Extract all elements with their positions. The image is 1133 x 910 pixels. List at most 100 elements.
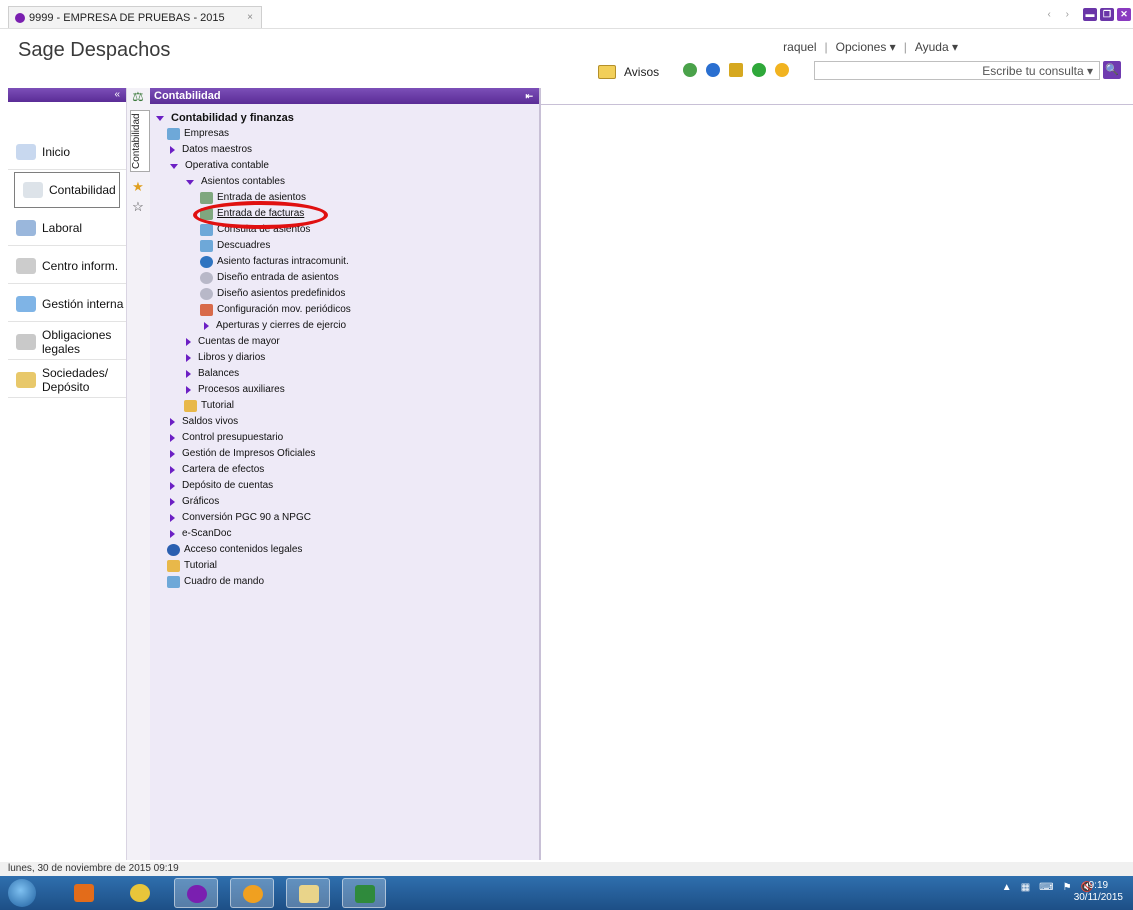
calendar-icon[interactable]	[706, 63, 720, 77]
nav-item-contabilidad[interactable]: Contabilidad	[14, 172, 120, 208]
tree-item[interactable]: Acceso contenidos legales	[167, 542, 302, 558]
nav-item-laboral[interactable]: Laboral	[8, 210, 126, 246]
tree-item[interactable]: Contabilidad y finanzas	[156, 110, 294, 126]
tree-item[interactable]: e-ScanDoc	[170, 526, 231, 542]
flag-icon[interactable]: ⚑	[1063, 882, 1072, 893]
tree-item[interactable]: Diseño asientos predefinidos	[200, 286, 345, 302]
tree-item-label: Saldos vivos	[182, 416, 239, 427]
network-icon[interactable]: ▦	[1021, 882, 1030, 893]
tree-item[interactable]: Tutorial	[184, 398, 234, 414]
collapsed-arrow-icon	[170, 498, 175, 506]
help-menu[interactable]: Ayuda ▾	[915, 40, 958, 54]
collapsed-arrow-icon	[204, 322, 209, 330]
nav-item-inicio[interactable]: Inicio	[8, 134, 126, 170]
tree-item[interactable]: Depósito de cuentas	[170, 478, 273, 494]
tree-item[interactable]: Saldos vivos	[170, 414, 238, 430]
nav-item-centro-inform[interactable]: Centro inform.	[8, 248, 126, 284]
user-name-link[interactable]: raquel	[783, 40, 816, 54]
design-magnifier-icon	[200, 272, 213, 284]
tree-item-label: Diseño asientos predefinidos	[217, 288, 346, 299]
tree-item[interactable]: Procesos auxiliares	[186, 382, 285, 398]
nav-item-obligaciones-legales[interactable]: Obligaciones legales	[8, 324, 126, 360]
show-hidden-icons-icon[interactable]: ▲	[1002, 882, 1012, 893]
tab-scroll-arrows-icon[interactable]: ‹ ›	[1048, 9, 1075, 20]
tree-item-label: Configuración mov. periódicos	[217, 304, 351, 315]
keyboard-icon[interactable]: ⌨	[1039, 882, 1053, 893]
tree-item[interactable]: Conversión PGC 90 a NPGC	[170, 510, 311, 526]
close-window-button[interactable]: ✕	[1117, 8, 1131, 21]
search-button[interactable]: 🔍	[1103, 61, 1121, 79]
tree-item[interactable]: Aperturas y cierres de ejercio	[204, 318, 346, 334]
trophy-icon[interactable]	[729, 63, 743, 77]
tree-item[interactable]: Asientos contables	[186, 174, 285, 190]
options-menu[interactable]: Opciones ▾	[836, 40, 896, 54]
tree-item-label: Gestión de Impresos Oficiales	[182, 448, 316, 459]
expanded-arrow-icon	[170, 163, 178, 169]
refresh-icon[interactable]	[683, 63, 697, 77]
favorites-star-icon[interactable]	[775, 63, 789, 77]
tree-item[interactable]: Balances	[186, 366, 239, 382]
star-outline-icon[interactable]: ☆	[131, 200, 145, 214]
taskbar-app-pdf[interactable]	[230, 878, 274, 908]
start-button[interactable]	[8, 879, 36, 907]
legal-content-icon	[167, 544, 180, 556]
collapsed-arrow-icon	[170, 146, 175, 154]
tree-item[interactable]: Gestión de Impresos Oficiales	[170, 446, 315, 462]
taskbar-app-excel[interactable]	[342, 878, 386, 908]
minimize-button[interactable]: ▬	[1083, 8, 1097, 21]
taskbar-app-outlook[interactable]	[62, 878, 106, 908]
window-tab-title: 9999 - EMPRESA DE PRUEBAS - 2015	[29, 11, 225, 24]
tree-item[interactable]: Cuentas de mayor	[186, 334, 280, 350]
tree-item[interactable]: Datos maestros	[170, 142, 252, 158]
tree-item[interactable]: Cuadro de mando	[167, 574, 264, 590]
pin-icon[interactable]: ⇤	[525, 88, 533, 104]
title-bar: 9999 - EMPRESA DE PRUEBAS - 2015 × ‹ › ▬…	[0, 0, 1133, 28]
taskbar-clock[interactable]: 9:19 30/11/2015	[1074, 880, 1123, 904]
avisos-button[interactable]: Avisos	[598, 65, 659, 79]
chrome-icon	[130, 884, 150, 902]
tab-contabilidad[interactable]: Contabilidad	[130, 110, 150, 172]
tab-close-icon[interactable]: ×	[247, 12, 253, 23]
tree-item-label: Contabilidad y finanzas	[171, 112, 294, 124]
tree-item[interactable]: Configuración mov. periódicos	[200, 302, 351, 318]
nav-item-sociedades-deposito[interactable]: Sociedades/ Depósito	[8, 362, 126, 398]
copyright-icon[interactable]	[752, 63, 766, 77]
navigation-tree: Contabilidad ⇤ Contabilidad y finanzas E…	[150, 88, 540, 860]
tree-item[interactable]: Cartera de efectos	[170, 462, 264, 478]
tree-item[interactable]: Diseño entrada de asientos	[200, 270, 339, 286]
taskbar-app-explorer[interactable]	[286, 878, 330, 908]
tree-item[interactable]: Descuadres	[200, 238, 270, 254]
tree-item-label: Datos maestros	[182, 144, 253, 155]
imbalance-icon	[200, 240, 213, 252]
tree-item[interactable]: Operativa contable	[170, 158, 269, 174]
home-icon	[16, 143, 36, 160]
user-menu: raquel | Opciones ▾ | Ayuda ▾	[783, 40, 958, 54]
search-input[interactable]: Escribe tu consulta ▾	[814, 61, 1100, 80]
tree-item[interactable]: Libros y diarios	[186, 350, 265, 366]
nav-item-gestion-interna[interactable]: Gestión interna	[8, 286, 126, 322]
calendar-icon	[200, 304, 213, 316]
clock-date: 30/11/2015	[1073, 892, 1123, 903]
search-placeholder: Escribe tu consulta ▾	[982, 64, 1093, 78]
collapsed-arrow-icon	[186, 338, 191, 346]
tree-item-label: Gráficos	[182, 496, 220, 507]
collapse-panel-button[interactable]: «	[8, 88, 126, 102]
left-navigation: « Inicio Contabilidad Laboral Centro inf…	[8, 88, 127, 860]
tree-item[interactable]: Asiento facturas intracomunit.	[200, 254, 349, 270]
pdf-icon	[243, 885, 263, 903]
tree-item[interactable]: Control presupuestario	[170, 430, 283, 446]
accounting-tab-icon[interactable]: ⚖	[131, 90, 145, 104]
taskbar-app-sage[interactable]	[174, 878, 218, 908]
journal-entry-icon	[200, 192, 213, 204]
nav-item-label: Laboral	[42, 220, 83, 235]
avisos-label: Avisos	[624, 65, 660, 79]
tree-item[interactable]: Tutorial	[167, 558, 217, 574]
tree-item[interactable]: Gráficos	[170, 494, 219, 510]
taskbar-app-chrome[interactable]	[118, 878, 162, 908]
maximize-button[interactable]: ❐	[1100, 8, 1114, 21]
clock-time: 9:19	[1088, 880, 1109, 891]
nav-item-label: Gestión interna	[42, 296, 124, 311]
favorites-star-icon[interactable]: ★	[131, 180, 145, 194]
tree-item[interactable]: Empresas	[167, 126, 229, 142]
window-tab[interactable]: 9999 - EMPRESA DE PRUEBAS - 2015 ×	[8, 6, 262, 28]
